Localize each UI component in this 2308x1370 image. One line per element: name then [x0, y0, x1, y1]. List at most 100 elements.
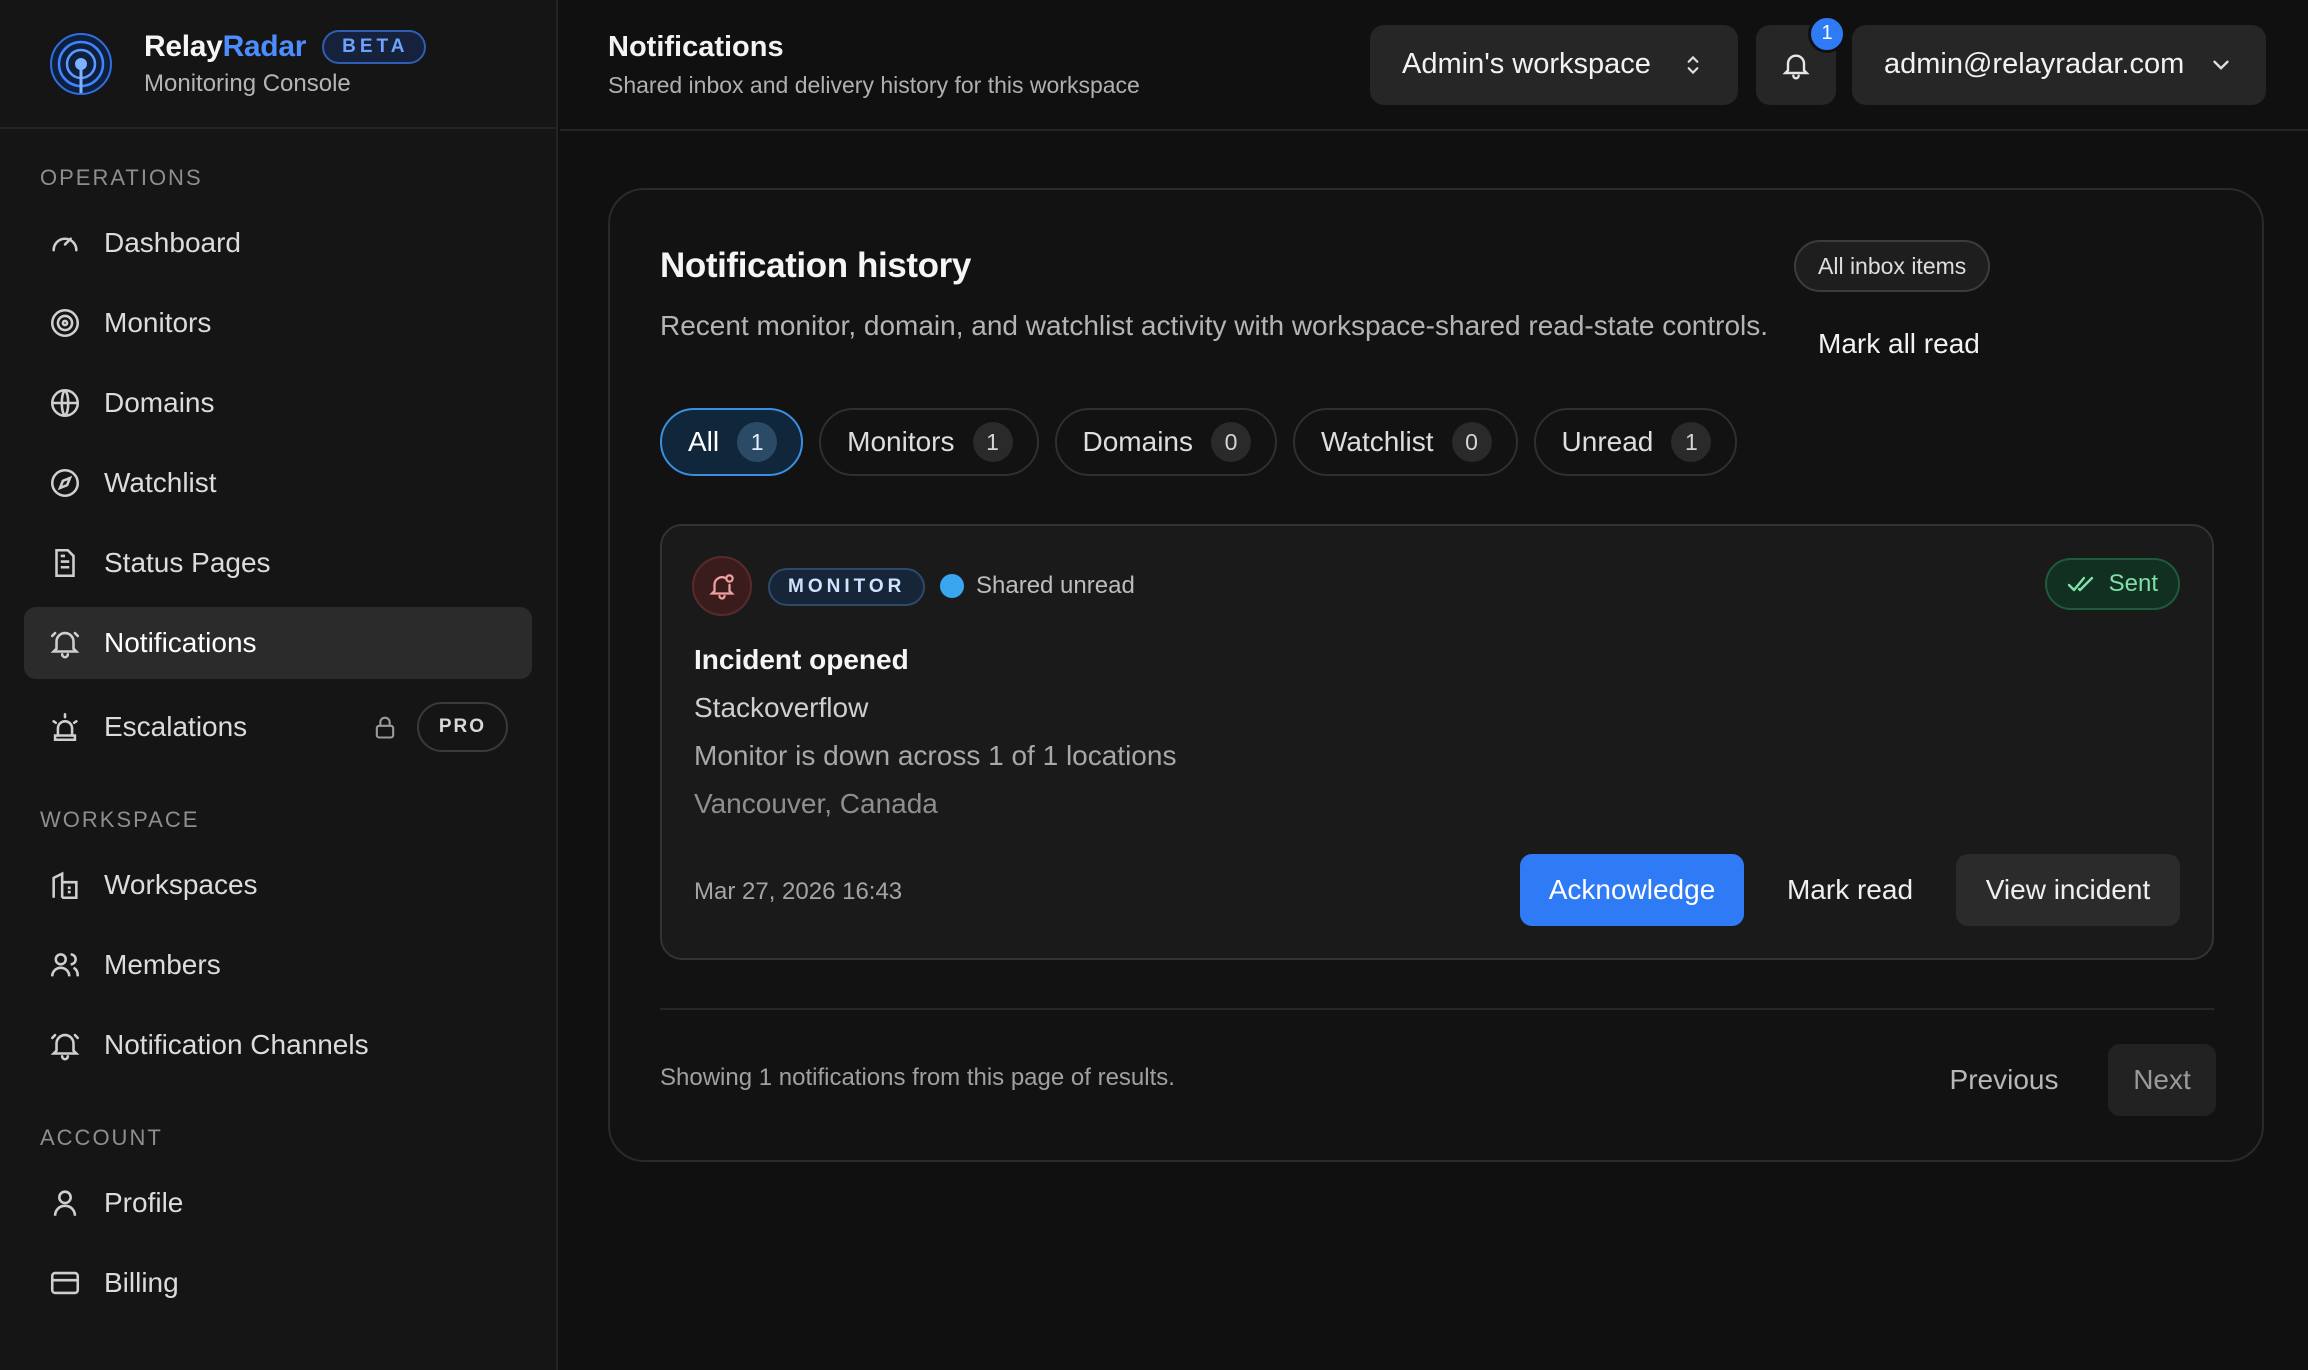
tab-unread[interactable]: Unread 1 — [1533, 408, 1738, 476]
user-icon — [53, 1190, 77, 1216]
document-icon — [55, 548, 75, 578]
sidebar-item-label: Profile — [104, 1187, 184, 1218]
tab-count: 1 — [972, 422, 1013, 462]
mark-all-read-button[interactable]: Mark all read — [1818, 328, 1980, 360]
page-subtitle: Shared inbox and delivery history for th… — [608, 71, 1140, 98]
bell-icon — [1782, 54, 1810, 79]
brand-name-part2: Radar — [222, 29, 307, 63]
sidebar-item-label: Status Pages — [104, 547, 271, 578]
card-description: Recent monitor, domain, and watchlist ac… — [660, 310, 1769, 341]
chevron-up-down-icon — [1687, 55, 1699, 74]
sidebar-item-label: Notifications — [104, 627, 257, 658]
sidebar-item-status-pages[interactable]: Status Pages — [24, 527, 532, 599]
tab-label: Monitors — [847, 426, 955, 457]
sidebar-item-dashboard[interactable]: Dashboard — [24, 207, 532, 279]
top-header: Notifications Shared inbox and delivery … — [560, 0, 2308, 131]
page-title: Notifications — [608, 30, 784, 63]
compass-icon — [50, 468, 80, 498]
read-state: Shared unread — [940, 572, 1135, 600]
tab-watchlist[interactable]: Watchlist 0 — [1292, 408, 1518, 476]
sidebar-item-domains[interactable]: Domains — [24, 367, 532, 439]
unread-dot — [940, 574, 964, 598]
sidebar-item-escalations[interactable]: Escalations PRO — [24, 691, 532, 763]
sidebar-item-label: Billing — [104, 1267, 179, 1298]
acknowledge-button[interactable]: Acknowledge — [1520, 854, 1744, 926]
brand-name: Relay Radar BETA — [144, 29, 427, 64]
delivery-status-label: Sent — [2108, 570, 2158, 597]
sidebar-item-label: Notification Channels — [104, 1029, 369, 1060]
notification-message: Monitor is down across 1 of 1 locations — [694, 740, 1177, 771]
tab-count: 1 — [1671, 422, 1712, 462]
user-email: admin@relayradar.com — [1884, 48, 2185, 80]
sidebar-item-label: Dashboard — [104, 227, 241, 258]
radar-icon — [50, 32, 112, 95]
notification-timestamp: Mar 27, 2026 16:43 — [694, 878, 903, 905]
brand-name-part1: Relay — [144, 29, 223, 63]
sidebar-item-watchlist[interactable]: Watchlist — [24, 447, 532, 519]
brand-subtitle: Monitoring Console — [144, 69, 351, 97]
sidebar-item-label: Escalations — [104, 711, 248, 742]
tab-label: Watchlist — [1320, 426, 1434, 457]
target-icon — [50, 308, 80, 338]
mark-read-button[interactable]: Mark read — [1744, 854, 1956, 926]
view-incident-button[interactable]: View incident — [1956, 854, 2180, 926]
nav-section-workspace: WORKSPACE Workspaces Members Notificatio… — [0, 803, 556, 1081]
monitor-tag: MONITOR — [768, 568, 926, 606]
workspace-name: Admin's workspace — [1402, 48, 1651, 80]
user-menu[interactable]: admin@relayradar.com — [1852, 24, 2266, 105]
tab-count: 0 — [1451, 422, 1492, 462]
sidebar-item-label: Members — [104, 949, 221, 980]
tab-count: 1 — [737, 422, 778, 462]
siren-icon — [52, 712, 78, 742]
brand[interactable]: Relay Radar BETA Monitoring Console — [0, 0, 556, 129]
pagination-summary: Showing 1 notifications from this page o… — [660, 1064, 1175, 1091]
sidebar-item-profile[interactable]: Profile — [24, 1167, 532, 1239]
users-icon — [50, 953, 80, 977]
lock-icon — [375, 716, 395, 739]
sidebar-item-members[interactable]: Members — [24, 929, 532, 1001]
next-page-button[interactable]: Next — [2108, 1044, 2216, 1116]
sidebar-item-notification-channels[interactable]: Notification Channels — [24, 1009, 532, 1081]
bell-icon — [50, 1033, 80, 1061]
notifications-button[interactable]: 1 — [1756, 14, 1846, 105]
chevron-down-icon — [2213, 60, 2229, 70]
sidebar-item-notifications[interactable]: Notifications — [24, 607, 532, 679]
nav-section-account: ACCOUNT Profile Billing — [0, 1121, 556, 1319]
sidebar-item-label: Monitors — [104, 307, 212, 338]
notification-location: Vancouver, Canada — [694, 788, 938, 819]
notification-title: Incident opened — [694, 644, 909, 675]
notification-count-badge: 1 — [1808, 14, 1846, 53]
double-check-icon — [2067, 576, 2093, 592]
building-icon — [52, 871, 78, 900]
read-state-label: Shared unread — [976, 572, 1135, 599]
globe-icon — [50, 388, 80, 418]
tab-all[interactable]: All 1 — [660, 408, 804, 476]
monitor-name: Stackoverflow — [694, 692, 869, 723]
gauge-icon — [52, 237, 78, 252]
inbox-filter-pill[interactable]: All inbox items — [1794, 240, 1991, 292]
divider — [660, 1008, 2214, 1010]
tab-domains[interactable]: Domains 0 — [1054, 408, 1277, 476]
tab-label: Domains — [1082, 426, 1193, 457]
pro-badge: PRO — [416, 702, 508, 752]
tab-monitors[interactable]: Monitors 1 — [819, 408, 1039, 476]
beta-badge: BETA — [322, 29, 427, 64]
nav-heading: ACCOUNT — [40, 1125, 163, 1150]
notification-avatar — [692, 556, 752, 616]
delivery-status-badge: Sent — [2044, 558, 2180, 610]
tab-count: 0 — [1210, 422, 1251, 462]
previous-page-button[interactable]: Previous — [1944, 1044, 2064, 1116]
card-title: Notification history — [660, 246, 971, 285]
sidebar: Relay Radar BETA Monitoring Console OPERA… — [0, 0, 558, 1370]
sidebar-item-monitors[interactable]: Monitors — [24, 287, 532, 359]
sidebar-item-billing[interactable]: Billing — [24, 1247, 532, 1319]
bell-alert-icon — [709, 574, 735, 600]
notification-actions: Acknowledge Mark read View incident — [1520, 854, 2180, 926]
bell-icon — [50, 631, 80, 659]
sidebar-item-workspaces[interactable]: Workspaces — [24, 849, 532, 921]
header-titles: Notifications Shared inbox and delivery … — [608, 31, 1370, 99]
tab-label: All — [688, 426, 720, 457]
workspace-selector[interactable]: Admin's workspace — [1370, 24, 1738, 105]
notification-history-card: Notification history Recent monitor, dom… — [608, 188, 2264, 1162]
tab-label: Unread — [1561, 426, 1654, 457]
